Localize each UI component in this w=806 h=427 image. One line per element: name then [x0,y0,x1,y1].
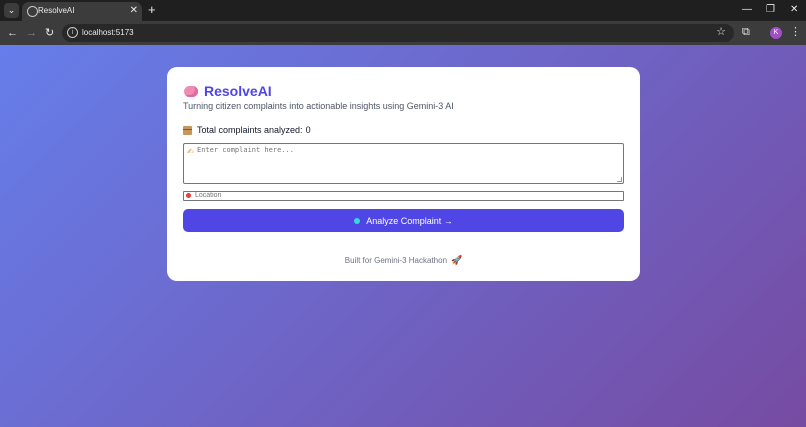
tab-search-icon[interactable]: ⌄ [4,3,19,18]
location-input[interactable]: Location [183,191,624,201]
url-text[interactable]: localhost:5173 [82,28,134,37]
site-info-icon[interactable]: i [67,27,78,38]
address-bar[interactable]: i localhost:5173 ☆ [62,24,734,42]
rocket-icon: 🚀 [451,255,463,265]
bookmark-star-icon[interactable]: ☆ [716,26,726,39]
page-viewport: ResolveAI Turning citizen complaints int… [0,45,806,427]
tab-title: ResolveAI [38,6,75,15]
complaint-textarea[interactable]: ✍ Enter complaint here... [183,143,624,184]
complaint-count: Total complaints analyzed: 0 [183,125,311,135]
complaint-placeholder: Enter complaint here... [197,146,294,154]
pin-icon [186,193,191,198]
back-icon[interactable]: ← [7,26,18,40]
globe-icon [27,6,38,17]
analyze-button-label: Analyze Complaint → [366,215,453,226]
restore-icon[interactable]: ❐ [766,3,775,17]
title-row: ResolveAI [184,83,272,99]
package-icon [183,125,192,135]
window-close-icon[interactable]: ✕ [790,3,798,17]
reload-icon[interactable]: ↻ [45,26,54,40]
browser-tab-bar: ⌄ ResolveAI ✕ + — ❐ ✕ [0,0,806,21]
location-placeholder: Location [195,192,222,199]
writing-hand-icon: ✍ [187,147,194,156]
extensions-icon[interactable]: ⧉ [742,26,750,39]
brain-icon [184,85,198,97]
browser-menu-icon[interactable]: ⋮ [790,26,801,39]
new-tab-button[interactable]: + [148,3,156,17]
count-value: 0 [305,125,311,135]
app-subtitle: Turning citizen complaints into actionab… [183,101,454,111]
tab-close-icon[interactable]: ✕ [130,5,138,17]
browser-tab[interactable]: ResolveAI ✕ [22,2,142,21]
analyze-complaint-button[interactable]: Analyze Complaint → [183,209,624,232]
minimize-icon[interactable]: — [742,3,752,17]
app-title: ResolveAI [204,83,272,99]
app-card: ResolveAI Turning citizen complaints int… [167,67,640,281]
count-label: Total complaints analyzed: [197,125,303,135]
resize-handle[interactable] [617,177,622,182]
dot-icon [354,217,361,224]
forward-icon[interactable]: → [26,26,37,40]
footer-text: Built for Gemini-3 Hackathon [344,256,448,265]
profile-avatar[interactable]: K [770,27,782,39]
footer: Built for Gemini-3 Hackathon 🚀 [167,255,640,266]
browser-toolbar: ← → ↻ i localhost:5173 ☆ ⧉ K ⋮ [0,21,806,45]
